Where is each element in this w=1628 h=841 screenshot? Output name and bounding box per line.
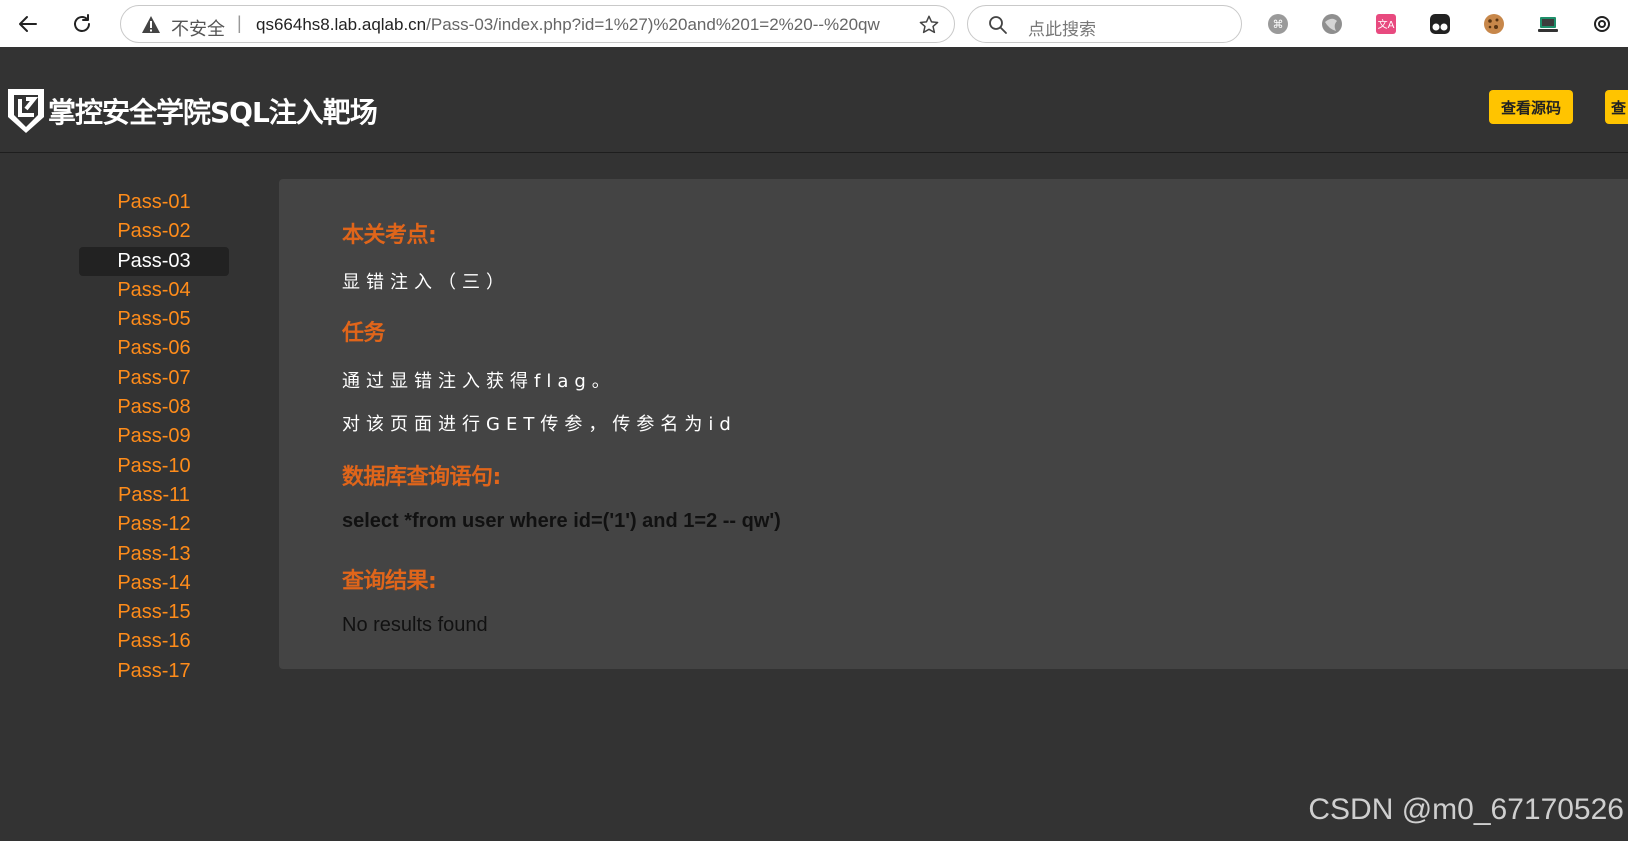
address-bar[interactable]: 不安全 | qs664hs8.lab.aqlab.cn/Pass-03/inde… [120,5,955,43]
site-header: 掌控安全学院SQL注入靶场 查看源码 查 [0,47,1628,153]
task-line-1: 通过显错注入获得flag。 [342,371,616,392]
site-title: 掌控安全学院SQL注入靶场 [48,96,378,129]
query-result: No results found [342,614,488,636]
extension-cookie-icon[interactable] [1482,12,1506,36]
sidebar-item-pass-10[interactable]: Pass-10 [79,452,229,481]
sidebar-item-pass-09[interactable]: Pass-09 [79,422,229,451]
reload-button[interactable] [66,8,98,40]
browser-search-box[interactable]: 点此搜索 [967,5,1242,43]
extension-command-icon[interactable]: ⌘ [1266,12,1290,36]
shield-logo-icon [8,89,44,133]
sidebar-item-pass-06[interactable]: Pass-06 [79,334,229,363]
svg-text:⌘: ⌘ [1273,18,1284,31]
warning-icon [142,16,160,33]
csdn-watermark: CSDN @m0_67170526 [1308,793,1624,826]
sidebar-item-pass-17[interactable]: Pass-17 [79,657,229,686]
back-button[interactable] [12,8,44,40]
extension-laptop-icon[interactable] [1536,12,1560,36]
browser-toolbar: 不安全 | qs664hs8.lab.aqlab.cn/Pass-03/inde… [0,0,1628,47]
sidebar-item-pass-15[interactable]: Pass-15 [79,598,229,627]
sidebar-item-pass-14[interactable]: Pass-14 [79,569,229,598]
sidebar-item-pass-02[interactable]: Pass-02 [79,217,229,246]
sidebar-item-pass-05[interactable]: Pass-05 [79,305,229,334]
url-host: qs664hs8.lab.aqlab.cn [256,15,427,34]
sidebar-item-pass-07[interactable]: Pass-07 [79,364,229,393]
sidebar-item-pass-08[interactable]: Pass-08 [79,393,229,422]
focus-heading: 本关考点: [342,223,437,248]
extension-globe-icon[interactable] [1320,12,1344,36]
address-separator: | [237,13,242,33]
back-arrow-icon [19,16,37,32]
view-source-button[interactable]: 查看源码 [1489,90,1573,124]
sidebar-item-pass-12[interactable]: Pass-12 [79,510,229,539]
sidebar-item-pass-16[interactable]: Pass-16 [79,627,229,656]
header-button-truncated[interactable]: 查 [1605,90,1628,124]
challenge-panel: 本关考点: 显错注入（三） 任务 通过显错注入获得flag。 对该页面进行GET… [279,179,1628,669]
url-path: /Pass-03/index.php?id=1%27)%20and%201=2%… [426,15,880,34]
search-icon [989,16,1007,34]
insecure-label: 不安全 [171,19,225,40]
sql-query: select *from user where id=('1') and 1=2… [342,510,781,532]
level-sidebar: Pass-01 Pass-02 Pass-03 Pass-04 Pass-05 … [79,188,229,686]
bookmark-star-icon[interactable] [918,14,940,36]
sidebar-item-pass-04[interactable]: Pass-04 [79,276,229,305]
result-heading: 查询结果: [342,569,437,594]
reload-icon [74,14,90,32]
svg-text:文A: 文A [1378,18,1395,31]
sidebar-item-pass-01[interactable]: Pass-01 [79,188,229,217]
sidebar-item-pass-13[interactable]: Pass-13 [79,540,229,569]
focus-text: 显错注入（三） [342,272,510,293]
extension-tampermonkey-icon[interactable] [1428,12,1452,36]
extension-openai-icon[interactable] [1590,12,1614,36]
query-heading: 数据库查询语句: [342,465,501,490]
task-line-2: 对该页面进行GET传参，传参名为id [342,414,737,435]
sidebar-item-pass-03[interactable]: Pass-03 [79,246,229,276]
extension-translate-icon[interactable]: 文A [1374,12,1398,36]
sidebar-item-pass-11[interactable]: Pass-11 [79,481,229,510]
url-text[interactable]: qs664hs8.lab.aqlab.cn/Pass-03/index.php?… [256,15,906,35]
search-placeholder: 点此搜索 [1028,20,1096,40]
task-heading: 任务 [342,321,386,346]
